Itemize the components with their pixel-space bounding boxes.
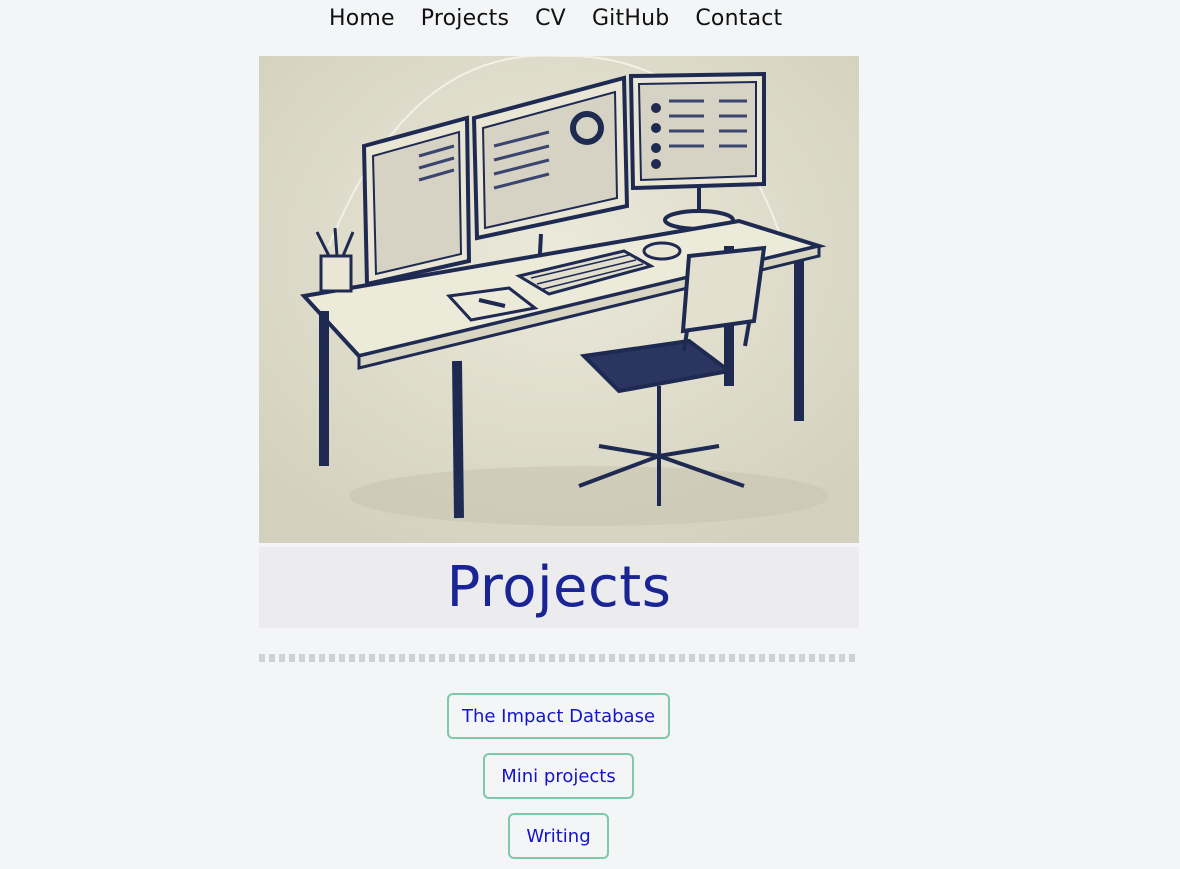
nav-contact-link[interactable]: Contact [695, 4, 782, 34]
hero-image [259, 56, 859, 543]
writing-button[interactable]: Writing [508, 813, 609, 859]
dashed-divider [259, 654, 859, 662]
nav-home-link[interactable]: Home [329, 4, 395, 34]
nav-links: Home Projects CV GitHub Contact [329, 4, 782, 34]
desk-workstation-illustration [259, 56, 859, 543]
nav-cv-link[interactable]: CV [535, 4, 566, 34]
page-title: Projects [446, 555, 672, 620]
impact-database-button[interactable]: The Impact Database [447, 693, 670, 739]
page-title-box: Projects [259, 547, 859, 628]
mini-projects-button[interactable]: Mini projects [483, 753, 634, 799]
top-nav: Home Projects CV GitHub Contact [0, 0, 1180, 40]
nav-projects-link[interactable]: Projects [421, 4, 509, 34]
nav-github-link[interactable]: GitHub [592, 4, 669, 34]
